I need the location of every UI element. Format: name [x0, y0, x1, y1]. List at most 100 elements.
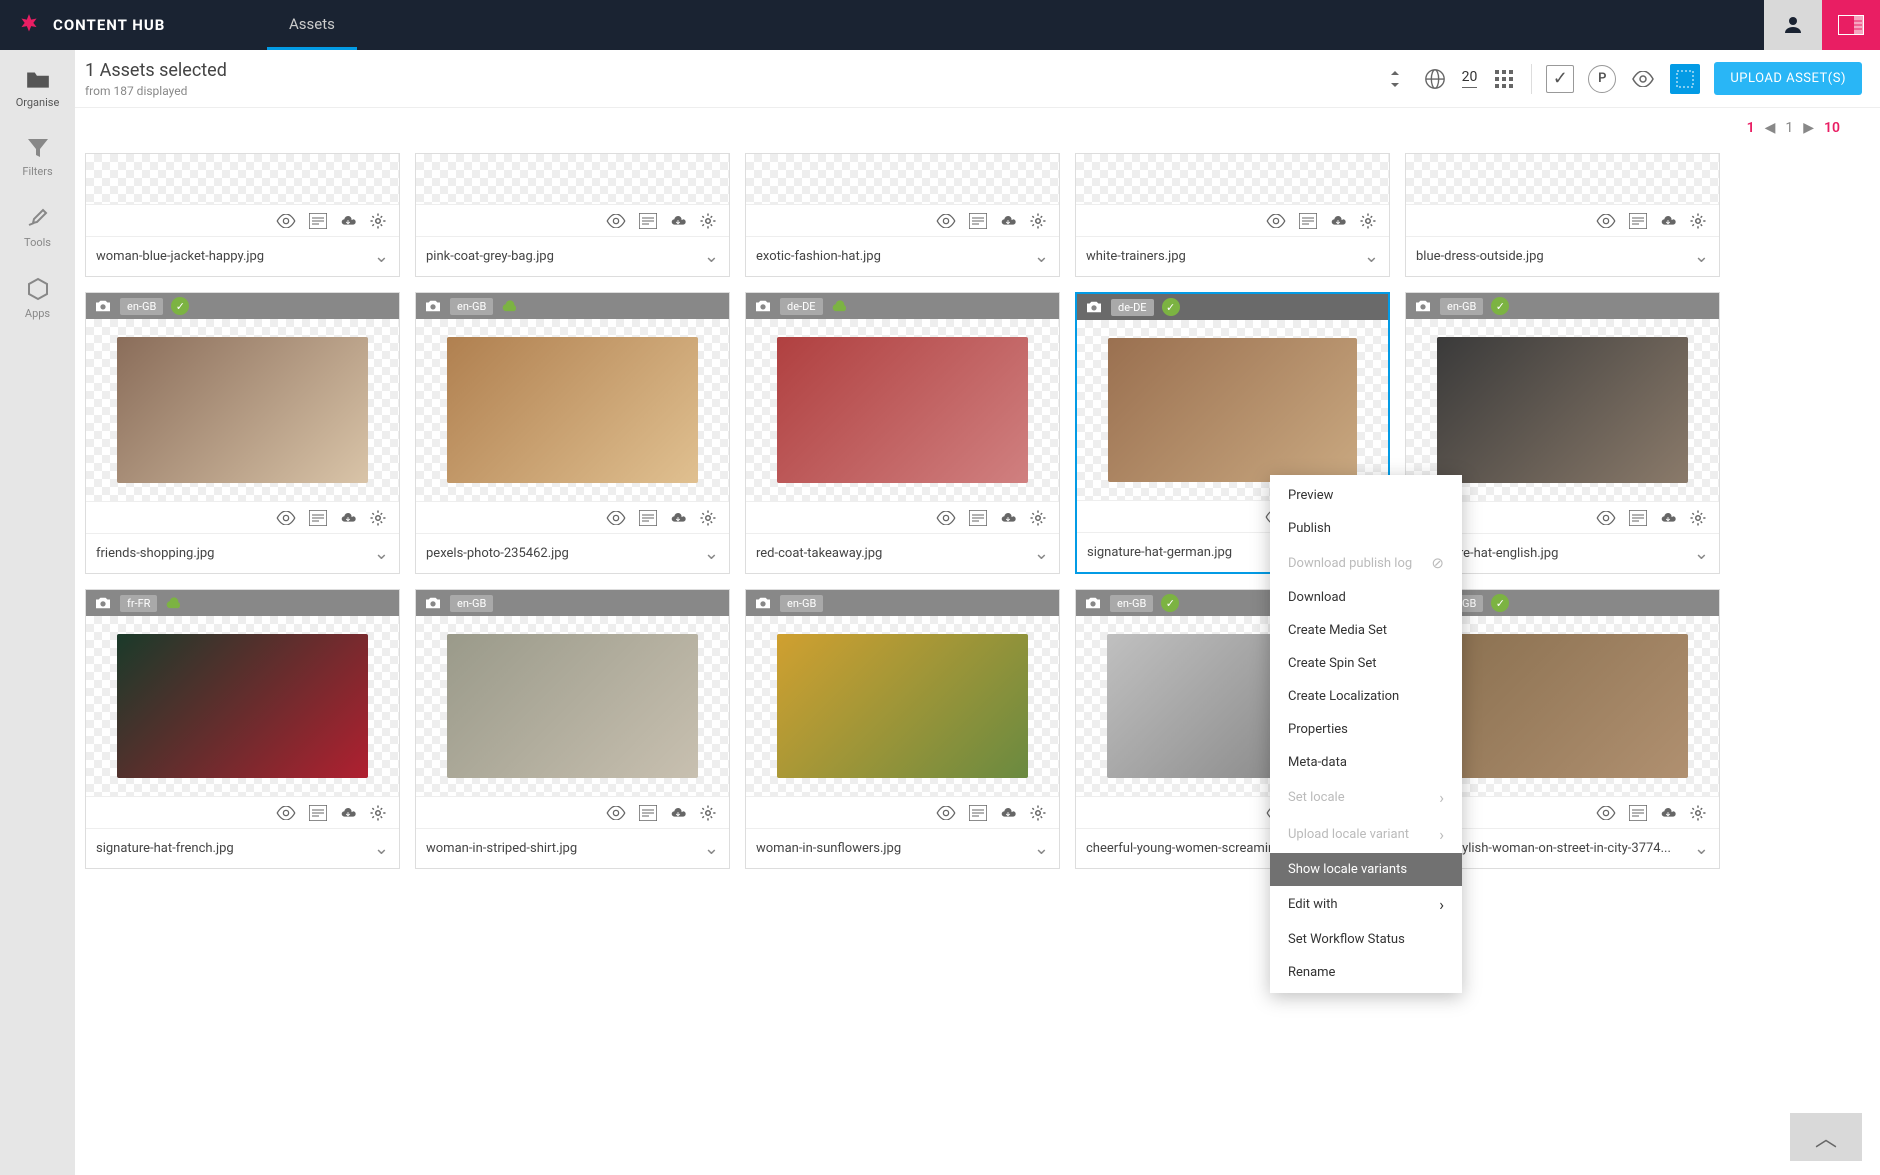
chevron-down-icon[interactable]: ⌄ — [1034, 838, 1049, 859]
gear-icon[interactable] — [1029, 804, 1047, 822]
asset-card[interactable]: en-GBpexels-photo-235462.jpg⌄ — [415, 292, 730, 574]
sidebar-item-filters[interactable]: Filters — [22, 137, 52, 178]
download-icon[interactable] — [1329, 213, 1347, 229]
preview-icon[interactable] — [275, 511, 297, 525]
metadata-icon[interactable] — [309, 805, 327, 821]
preview-icon[interactable] — [1595, 511, 1617, 525]
user-menu-button[interactable] — [1764, 0, 1822, 50]
asset-card[interactable]: de-DEred-coat-takeaway.jpg⌄ — [745, 292, 1060, 574]
chevron-down-icon[interactable]: ⌄ — [374, 543, 389, 564]
gear-icon[interactable] — [1689, 212, 1707, 230]
preview-icon[interactable] — [275, 806, 297, 820]
download-icon[interactable] — [669, 805, 687, 821]
asset-card[interactable]: blue-dress-outside.jpg⌄ — [1405, 153, 1720, 277]
download-icon[interactable] — [1659, 805, 1677, 821]
asset-card[interactable]: pink-coat-grey-bag.jpg⌄ — [415, 153, 730, 277]
page-next[interactable]: ▶ — [1803, 120, 1814, 136]
gear-icon[interactable] — [699, 509, 717, 527]
asset-card[interactable]: exotic-fashion-hat.jpg⌄ — [745, 153, 1060, 277]
ctx-create-spin-set[interactable]: Create Spin Set — [1270, 647, 1462, 680]
chevron-down-icon[interactable]: ⌄ — [1364, 246, 1379, 267]
metadata-icon[interactable] — [969, 510, 987, 526]
ctx-edit-with[interactable]: Edit with› — [1270, 886, 1462, 923]
chevron-down-icon[interactable]: ⌄ — [1694, 246, 1709, 267]
gear-icon[interactable] — [699, 804, 717, 822]
page-total[interactable]: 10 — [1824, 120, 1840, 136]
preview-icon[interactable] — [935, 511, 957, 525]
asset-card[interactable]: white-trainers.jpg⌄ — [1075, 153, 1390, 277]
sort-icon[interactable] — [1382, 66, 1408, 92]
metadata-icon[interactable] — [969, 213, 987, 229]
chevron-down-icon[interactable]: ⌄ — [704, 543, 719, 564]
sidebar-item-organise[interactable]: Organise — [16, 68, 60, 109]
gear-icon[interactable] — [699, 212, 717, 230]
ctx-properties[interactable]: Properties — [1270, 713, 1462, 746]
asset-card[interactable]: en-GB✓friends-shopping.jpg⌄ — [85, 292, 400, 574]
ctx-show-locale-variants[interactable]: Show locale variants — [1270, 853, 1462, 886]
download-icon[interactable] — [1659, 510, 1677, 526]
ctx-set-workflow-status[interactable]: Set Workflow Status — [1270, 923, 1462, 956]
download-icon[interactable] — [669, 213, 687, 229]
grid-view-icon[interactable] — [1491, 66, 1517, 92]
download-icon[interactable] — [999, 213, 1017, 229]
sidebar-item-tools[interactable]: Tools — [24, 206, 51, 249]
panel-toggle-button[interactable] — [1822, 0, 1880, 50]
gear-icon[interactable] — [1029, 509, 1047, 527]
asset-card[interactable]: en-GBwoman-in-striped-shirt.jpg⌄ — [415, 589, 730, 869]
selection-mode-icon[interactable] — [1670, 64, 1700, 94]
download-icon[interactable] — [339, 510, 357, 526]
metadata-icon[interactable] — [639, 510, 657, 526]
metadata-icon[interactable] — [1299, 213, 1317, 229]
preview-icon[interactable] — [275, 214, 297, 228]
download-icon[interactable] — [669, 510, 687, 526]
preview-icon[interactable] — [605, 214, 627, 228]
metadata-icon[interactable] — [1629, 805, 1647, 821]
chevron-down-icon[interactable]: ⌄ — [1034, 246, 1049, 267]
gear-icon[interactable] — [369, 212, 387, 230]
asset-card[interactable]: woman-blue-jacket-happy.jpg⌄ — [85, 153, 400, 277]
download-icon[interactable] — [1659, 213, 1677, 229]
page-set[interactable]: 1 — [1747, 120, 1755, 136]
ctx-meta-data[interactable]: Meta-data — [1270, 746, 1462, 779]
chevron-down-icon[interactable]: ⌄ — [374, 838, 389, 859]
preview-icon[interactable] — [1630, 66, 1656, 92]
gear-icon[interactable] — [1029, 212, 1047, 230]
ctx-preview[interactable]: Preview — [1270, 479, 1462, 512]
ctx-rename[interactable]: Rename — [1270, 956, 1462, 989]
gear-icon[interactable] — [369, 804, 387, 822]
ctx-download[interactable]: Download — [1270, 581, 1462, 614]
preview-icon[interactable] — [1595, 806, 1617, 820]
preview-icon[interactable] — [605, 806, 627, 820]
ctx-publish[interactable]: Publish — [1270, 512, 1462, 545]
scroll-top-button[interactable]: ︿ — [1790, 1113, 1862, 1161]
download-icon[interactable] — [339, 805, 357, 821]
page-prev[interactable]: ◀ — [1765, 120, 1776, 136]
download-icon[interactable] — [339, 213, 357, 229]
chevron-down-icon[interactable]: ⌄ — [704, 246, 719, 267]
preview-icon[interactable] — [1595, 214, 1617, 228]
metadata-icon[interactable] — [309, 510, 327, 526]
chevron-down-icon[interactable]: ⌄ — [374, 246, 389, 267]
preview-icon[interactable] — [935, 806, 957, 820]
metadata-icon[interactable] — [309, 213, 327, 229]
preview-icon[interactable] — [605, 511, 627, 525]
metadata-icon[interactable] — [969, 805, 987, 821]
asset-card[interactable]: fr-FRsignature-hat-french.jpg⌄ — [85, 589, 400, 869]
check-icon[interactable]: ✓ — [1546, 65, 1574, 93]
download-icon[interactable] — [999, 510, 1017, 526]
ctx-create-localization[interactable]: Create Localization — [1270, 680, 1462, 713]
chevron-down-icon[interactable]: ⌄ — [704, 838, 719, 859]
preview-icon[interactable] — [935, 214, 957, 228]
asset-card[interactable]: en-GBwoman-in-sunflowers.jpg⌄ — [745, 589, 1060, 869]
upload-button[interactable]: UPLOAD ASSET(S) — [1714, 62, 1862, 95]
chevron-down-icon[interactable]: ⌄ — [1694, 838, 1709, 859]
preview-icon[interactable] — [1265, 214, 1287, 228]
metadata-icon[interactable] — [639, 213, 657, 229]
chevron-down-icon[interactable]: ⌄ — [1694, 543, 1709, 564]
tab-assets[interactable]: Assets — [267, 0, 357, 50]
publish-icon[interactable]: P — [1588, 65, 1616, 93]
download-icon[interactable] — [999, 805, 1017, 821]
sidebar-item-apps[interactable]: Apps — [25, 277, 50, 320]
gear-icon[interactable] — [1359, 212, 1377, 230]
gear-icon[interactable] — [1689, 509, 1707, 527]
